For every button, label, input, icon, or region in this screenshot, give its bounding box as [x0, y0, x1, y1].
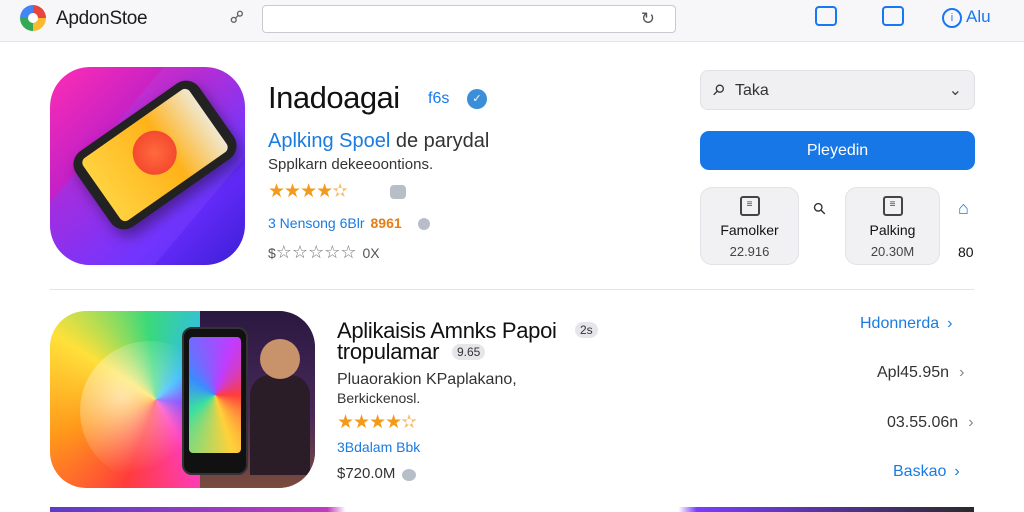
listing-price: $720.0M	[337, 465, 396, 482]
hero-meta-number: 8961	[370, 215, 402, 231]
calendar-icon[interactable]	[815, 6, 839, 28]
divider	[50, 289, 974, 290]
chevron-right-icon: ›	[947, 315, 953, 332]
right-row-value[interactable]: 03.55.06n ›	[887, 414, 974, 432]
listing-subtitle-badge: 9.65	[452, 344, 486, 360]
listing-desc-line1: Pluaorakion KPaplakano,	[337, 371, 517, 388]
search-icon: ⚲	[708, 80, 729, 101]
right-link-label: Baskao	[893, 463, 947, 480]
right-row-label: 03.55.06n	[887, 414, 959, 431]
phone-icon	[182, 327, 248, 475]
primary-action-button[interactable]: Pleyedin	[700, 131, 975, 170]
url-bar[interactable]: ↻	[262, 5, 676, 33]
window-icon[interactable]	[882, 6, 906, 28]
hero-app-icon[interactable]	[50, 67, 245, 265]
right-link-hdonnerda[interactable]: Hdonnerda ›	[860, 315, 953, 333]
info-icon	[402, 469, 416, 481]
right-link-label: Hdonnerda	[860, 315, 940, 332]
developer-name[interactable]: Aplking Spoel	[268, 130, 390, 152]
chevron-right-icon: ›	[959, 364, 965, 381]
app-name: ApdonStoe	[56, 8, 148, 29]
stat-card-title: Famolker	[720, 222, 779, 238]
hero-title-badge: f6s	[428, 90, 450, 107]
stat-card-famolker[interactable]: ≡ Famolker 22.916	[700, 187, 799, 265]
listing-rating-stars: ★★★★✫	[337, 412, 417, 433]
stat-card-palking[interactable]: ≡ Palking 20.30M	[845, 187, 940, 265]
outline-rating-suffix: 0X	[362, 245, 380, 261]
listing-title-badge: 2s	[575, 322, 598, 338]
stat-card-title: Palking	[869, 222, 916, 238]
chevron-right-icon: ›	[968, 414, 974, 431]
home-icon[interactable]: ⌂	[958, 198, 969, 219]
listing-app-icon[interactable]	[50, 311, 315, 488]
user-label: Alu	[966, 7, 991, 26]
hero-meta-text: 3 Nensong 6Blr	[268, 215, 365, 231]
zoom-icon[interactable]: ⚲	[809, 198, 831, 220]
link-icon[interactable]: ⚯	[225, 5, 251, 31]
document-icon: ≡	[882, 196, 903, 216]
right-row-apl[interactable]: Apl45.95n ›	[877, 364, 964, 382]
listing-meta[interactable]: 3Bdalam Bbk	[337, 439, 420, 455]
reload-icon[interactable]: ↻	[641, 9, 655, 29]
rating-badge-icon	[390, 185, 406, 199]
search-dropdown[interactable]: ⚲ Taka ⌄	[700, 70, 975, 110]
next-listing-strip	[50, 507, 974, 512]
user-icon: i	[942, 7, 962, 28]
right-row-label: Apl45.95n	[877, 364, 950, 381]
person-image	[260, 339, 300, 379]
listing-description: Pluaorakion KPaplakano, Berkickenosl.	[337, 370, 517, 408]
listing-title[interactable]: Aplikaisis Amnks Papoi tropulamar	[337, 320, 557, 364]
side-number: 80	[958, 244, 974, 260]
document-icon: ≡	[739, 196, 760, 216]
chevron-right-icon: ›	[954, 463, 960, 480]
info-icon	[418, 218, 430, 230]
top-bar: ApdonStoe ⚯ ↻ i Alu	[0, 0, 1024, 42]
developer-suffix: de parydal	[395, 130, 490, 152]
chevron-down-icon: ⌄	[948, 82, 962, 99]
search-label: Taka	[735, 82, 769, 99]
hero-rating-stars: ★★★★✫	[268, 181, 348, 202]
hero-meta: 3 Nensong 6Blr 8961	[268, 215, 402, 231]
stat-card-value: 20.30M	[870, 244, 915, 259]
right-link-baskao[interactable]: Baskao ›	[893, 463, 960, 481]
logo-icon[interactable]	[20, 5, 46, 31]
hero-subtitle: Spplkarn dekeeoontions.	[268, 156, 434, 173]
verified-icon: ✓	[467, 89, 487, 109]
outline-rating[interactable]: $☆☆☆☆☆ 0X	[268, 242, 380, 263]
listing-desc-line2: Berkickenosl.	[337, 390, 421, 406]
outline-rating-prefix: $	[268, 245, 276, 261]
hero-developer[interactable]: Aplking Spoel de parydal	[268, 130, 489, 153]
user-menu[interactable]: i Alu	[942, 7, 991, 28]
stat-card-value: 22.916	[729, 244, 770, 259]
listing-title-line2: tropulamar	[337, 339, 440, 364]
hero-app-title: Inadoagai	[268, 80, 400, 115]
